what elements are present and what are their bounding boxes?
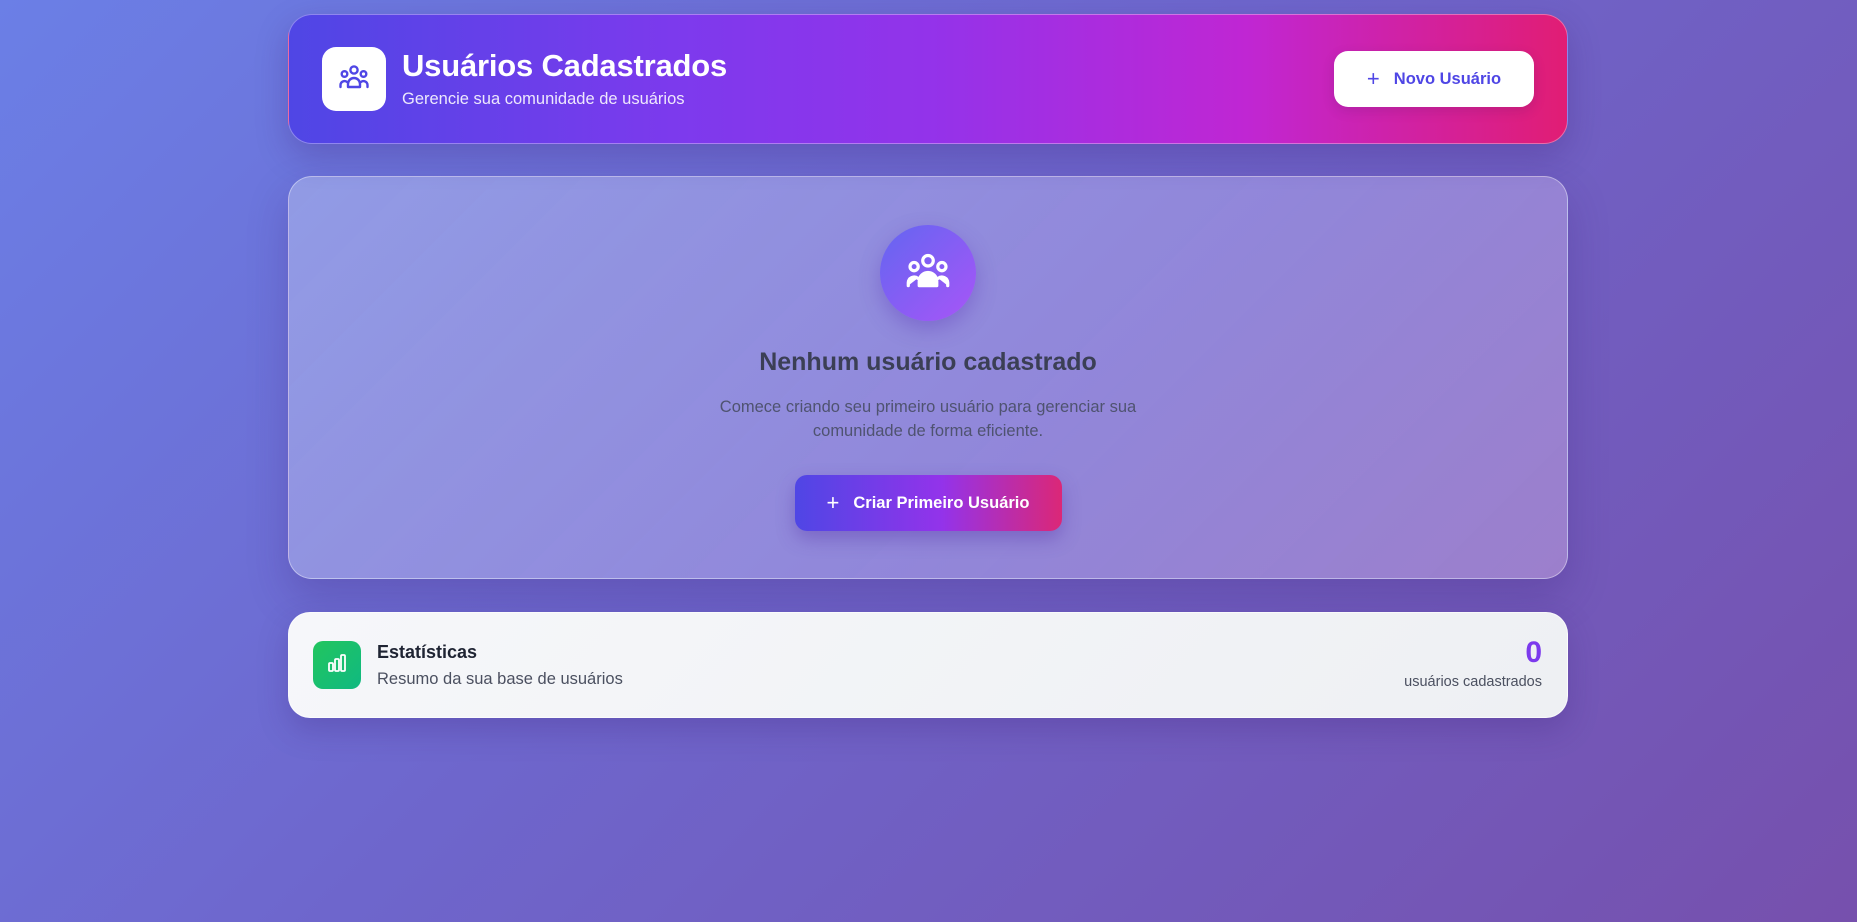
user-count-label: usuários cadastrados <box>1404 674 1542 690</box>
empty-state-icon-badge <box>880 225 976 321</box>
empty-state-card: Nenhum usuário cadastrado Comece criando… <box>288 176 1568 579</box>
page-container: Usuários Cadastrados Gerencie sua comuni… <box>288 14 1568 718</box>
header-logo <box>322 47 386 111</box>
stats-subtitle: Resumo da sua base de usuários <box>377 669 623 688</box>
page-subtitle: Gerencie sua comunidade de usuários <box>402 90 685 108</box>
page-header: Usuários Cadastrados Gerencie sua comuni… <box>288 14 1568 144</box>
users-icon <box>339 64 369 95</box>
users-icon <box>905 252 951 295</box>
page-title: Usuários Cadastrados <box>402 48 728 83</box>
plus-icon: + <box>826 490 840 515</box>
stats-title: Estatísticas <box>377 641 478 662</box>
new-user-button[interactable]: + Novo Usuário <box>1334 51 1534 107</box>
new-user-button-label: Novo Usuário <box>1393 69 1502 88</box>
user-count: 0 <box>1525 636 1542 669</box>
bar-chart-icon <box>326 652 348 679</box>
plus-icon: + <box>1366 66 1380 91</box>
stats-card: Estatísticas Resumo da sua base de usuár… <box>288 612 1568 718</box>
create-first-user-button-label: Criar Primeiro Usuário <box>853 493 1030 512</box>
stats-icon-badge <box>313 641 361 689</box>
empty-state-title: Nenhum usuário cadastrado <box>759 348 1097 376</box>
create-first-user-button[interactable]: + Criar Primeiro Usuário <box>794 475 1062 531</box>
empty-state-description: Comece criando seu primeiro usuário para… <box>719 398 1137 440</box>
